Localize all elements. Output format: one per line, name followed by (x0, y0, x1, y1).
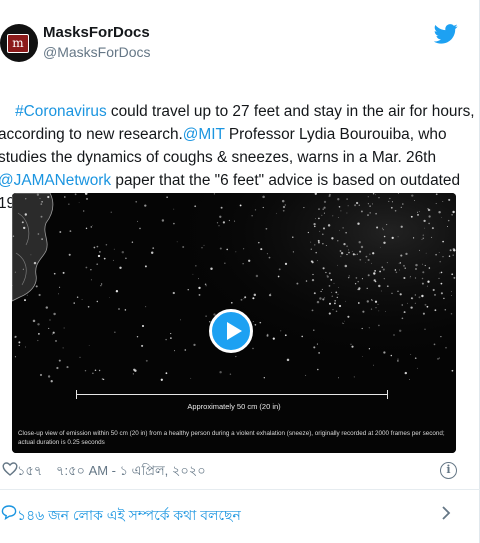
tweet-card: m MasksForDocs @MasksForDocs #Coronaviru… (0, 0, 480, 543)
scale-bar (76, 394, 388, 395)
scale-bar-tick (387, 390, 388, 399)
chevron-right-icon (442, 506, 451, 520)
info-icon[interactable]: i (440, 462, 457, 479)
video-caption: Close-up view of emission within 50 cm (… (18, 430, 445, 446)
twitter-bird-icon[interactable] (434, 24, 458, 44)
tweet-header: m MasksForDocs @MasksForDocs (0, 18, 480, 68)
hashtag-coronavirus-link[interactable]: #Coronavirus (15, 103, 107, 120)
avatar[interactable]: m (0, 24, 38, 62)
speech-bubble-icon (1, 505, 17, 520)
play-button[interactable] (209, 309, 253, 353)
mention-jamanetwork-link[interactable]: @JAMANetwork (0, 172, 111, 189)
user-handle[interactable]: @MasksForDocs (43, 44, 151, 60)
heart-icon[interactable] (2, 461, 18, 477)
scale-label: Approximately 50 cm (20 in) (187, 402, 281, 411)
avatar-logo: m (7, 34, 29, 53)
play-icon (227, 322, 242, 340)
mention-mit-link[interactable]: @MIT (183, 126, 225, 143)
tweet-timestamp[interactable]: ৭:৫০ AM - ১ এপ্রিল, ২০২০ (56, 462, 206, 483)
like-count[interactable]: ১৫৭ (17, 462, 42, 483)
conversation-link[interactable]: ১৪৬ জন লোক এই সম্পর্কে কথা বলছেন (0, 490, 480, 543)
tweet-meta: ১৫৭ ৭:৫০ AM - ১ এপ্রিল, ২০২০ i (0, 458, 480, 484)
video-player[interactable]: Approximately 50 cm (20 in) Close-up vie… (12, 193, 456, 453)
display-name[interactable]: MasksForDocs (43, 24, 150, 41)
conversation-label: ১৪৬ জন লোক এই সম্পর্কে কথা বলছেন (17, 507, 241, 523)
